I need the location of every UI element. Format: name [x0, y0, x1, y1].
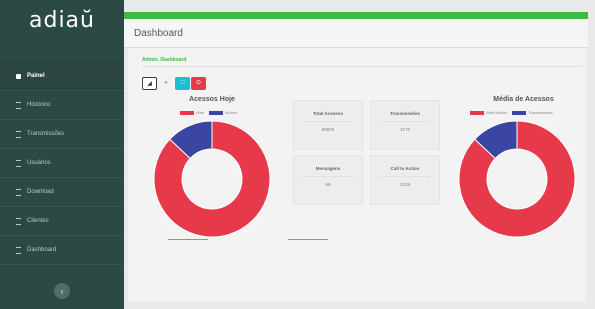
stat-title: Mensagens	[315, 166, 341, 171]
top-accent-bar	[124, 12, 588, 19]
stat-value: 58	[325, 182, 331, 187]
stat-title: Call to Action	[390, 166, 420, 171]
legend-label-transmissoes: Transmissões	[528, 110, 553, 115]
sidebar-item-label: Usuários	[27, 160, 51, 166]
stat-title: Transmissões	[389, 111, 421, 116]
sidebar-item-label: Dashboard	[27, 247, 57, 253]
sidebar-item-label: Clientes	[27, 218, 49, 224]
cyan-action-button[interactable]: □	[175, 77, 190, 90]
breadcrumb[interactable]: Admin. Dashboard	[142, 57, 186, 63]
center-accent-line	[288, 239, 328, 240]
legend-swatch-mobile	[209, 110, 224, 115]
stat-title: Total Acessos	[312, 111, 343, 116]
legend-label-web: Web	[196, 110, 205, 115]
list-icon	[16, 130, 21, 138]
home-icon	[16, 73, 21, 79]
left-chart-title: Acessos Hoje	[189, 96, 235, 103]
sidebar-item-label: Painel	[27, 73, 45, 79]
right-donut-chart	[458, 120, 576, 238]
stat-card-transmissoes: Transmissões 3175	[370, 100, 440, 150]
stat-card-mensagens: Mensagens 58	[293, 155, 363, 205]
sidebar-item-label: Download	[27, 189, 54, 195]
left-chart-legend: Web Mobile	[180, 110, 242, 115]
left-donut-chart	[153, 120, 271, 238]
stat-divider	[380, 176, 430, 177]
sidebar-item-painel[interactable]: Painel	[0, 62, 124, 91]
list-icon	[16, 246, 21, 254]
legend-swatch-transmissoes	[512, 110, 527, 115]
sidebar-item-download[interactable]: Download	[0, 178, 124, 207]
sidebar-item-usuarios[interactable]: Usuários	[0, 149, 124, 178]
divider	[142, 66, 582, 67]
chevron-left-icon: ‹	[60, 286, 64, 296]
legend-label-mobile: Mobile	[225, 110, 237, 115]
right-chart-title: Média de Acessos	[493, 96, 554, 103]
list-icon	[16, 101, 21, 109]
sidebar-item-transmissoes[interactable]: Transmissões	[0, 120, 124, 149]
stat-value: 3175	[399, 127, 410, 132]
stat-value: 2208	[399, 182, 410, 187]
list-icon	[16, 159, 21, 167]
page-title: Dashboard	[134, 28, 183, 39]
list-icon	[16, 188, 21, 196]
red-action-button[interactable]: ⊙	[191, 77, 206, 90]
page-header: Dashboard	[124, 19, 588, 48]
app-logo[interactable]: adiaŭ	[0, 8, 124, 33]
main-content: Admin. Dashboard ◢ » □ ⊙ Acessos Hoje We…	[128, 48, 586, 302]
sidebar-item-dashboard[interactable]: Dashboard	[0, 236, 124, 265]
edit-button[interactable]: ◢	[142, 77, 157, 90]
stat-divider	[303, 176, 353, 177]
left-accent-line	[168, 239, 208, 240]
stat-card-call-to-action: Call to Action 2208	[370, 155, 440, 205]
stat-card-total-acessos: Total Acessos 98800	[293, 100, 363, 150]
legend-label-web-mobile: Web Mobile	[486, 110, 508, 115]
stat-value: 98800	[321, 127, 335, 132]
red-square-icon: ⊙	[195, 80, 202, 86]
toolbar-separator: »	[164, 80, 168, 86]
legend-swatch-web-mobile	[470, 110, 484, 115]
list-icon	[16, 217, 21, 225]
stat-divider	[380, 121, 430, 122]
sidebar-collapse-button[interactable]: ‹	[54, 283, 70, 299]
sidebar: adiaŭ Painel Histórico Transmissões Usuá…	[0, 0, 124, 309]
sidebar-item-label: Transmissões	[27, 131, 65, 137]
sidebar-item-label: Histórico	[27, 102, 51, 108]
legend-swatch-web	[180, 110, 194, 115]
sidebar-nav: Painel Histórico Transmissões Usuários D…	[0, 62, 124, 265]
sidebar-item-clientes[interactable]: Clientes	[0, 207, 124, 236]
edit-icon: ◢	[147, 81, 152, 87]
right-chart-legend: Web Mobile Transmissões	[470, 110, 558, 115]
sidebar-item-historico[interactable]: Histórico	[0, 91, 124, 120]
cyan-square-icon: □	[180, 80, 185, 86]
stat-divider	[303, 121, 353, 122]
